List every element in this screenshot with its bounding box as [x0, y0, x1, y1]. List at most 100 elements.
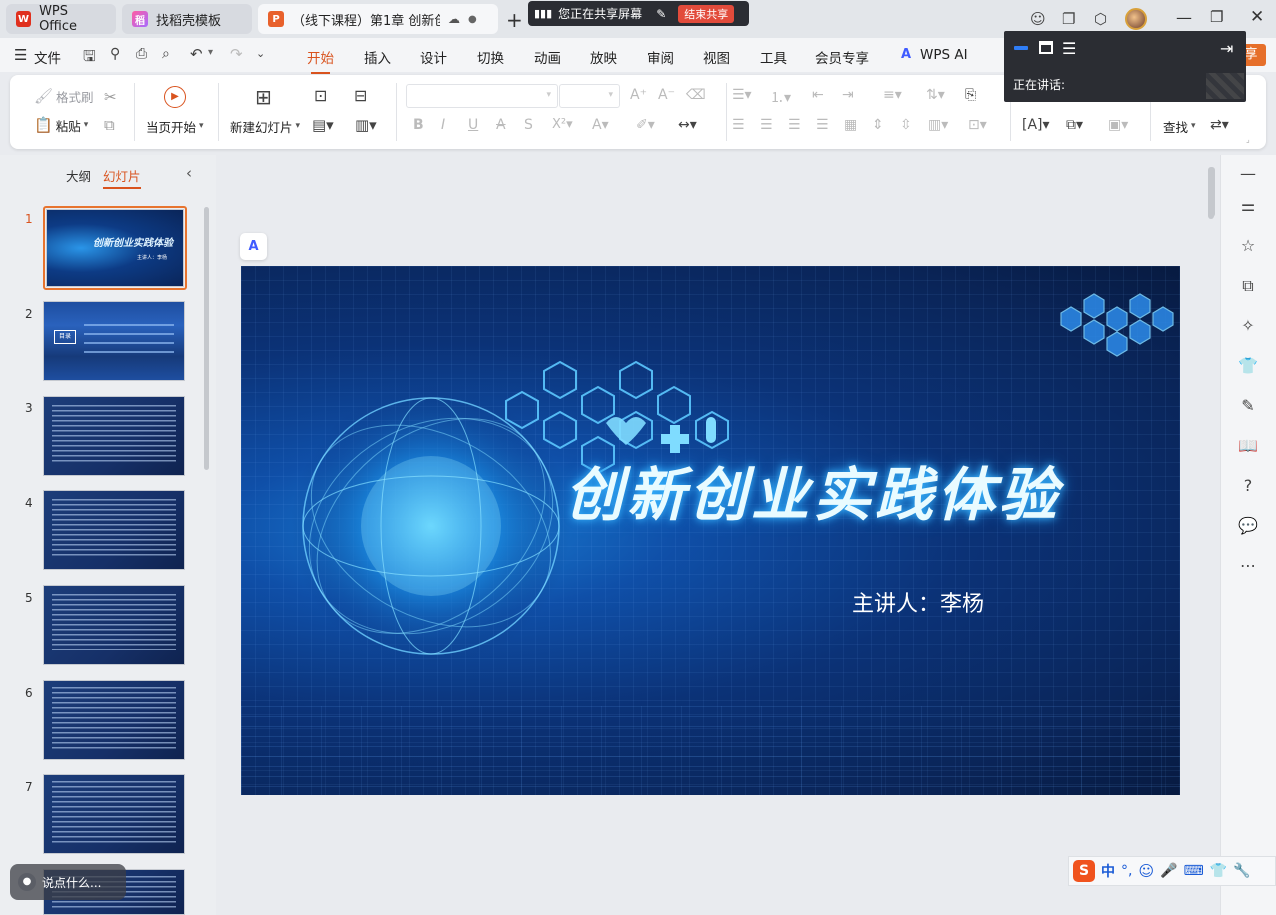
star-icon[interactable]: ☆ — [1237, 235, 1259, 257]
bold-icon[interactable]: B — [413, 117, 424, 133]
end-share-button[interactable]: 结束共享 — [678, 4, 735, 23]
arrange-icon[interactable]: ▣▾ — [1108, 117, 1128, 133]
slide-thumbnail-4[interactable] — [43, 490, 185, 570]
comment-icon[interactable]: 💬 — [1237, 515, 1259, 537]
play-current-icon[interactable]: ▶ — [164, 86, 186, 108]
strikethrough-icon[interactable]: A — [496, 117, 506, 133]
convert-smartart-icon[interactable]: ⎘ — [965, 87, 976, 103]
menu-animation[interactable]: 动画 — [534, 47, 561, 67]
font-color-icon[interactable]: A▾ — [592, 117, 609, 133]
menu-tools[interactable]: 工具 — [760, 47, 787, 67]
print-preview-icon[interactable]: ⌕ — [162, 46, 170, 62]
skin-shirt-icon[interactable]: 👕 — [1210, 863, 1227, 879]
tab-document[interactable]: P （线下课程）第1章 创新创业 ☁ ● — [258, 4, 498, 34]
underline-icon[interactable]: U — [468, 117, 478, 133]
pane-scrollbar[interactable] — [1209, 167, 1215, 217]
slide-thumbnail-7[interactable] — [43, 774, 185, 854]
text-box-icon[interactable]: ⊡▾ — [968, 117, 987, 133]
menu-slideshow[interactable]: 放映 — [590, 47, 617, 67]
keyboard-icon[interactable]: ⌨ — [1184, 863, 1204, 879]
line-spacing-icon[interactable]: ≡▾ — [883, 87, 902, 103]
settings-sliders-icon[interactable]: ⚌ — [1237, 195, 1259, 217]
shapes-icon[interactable]: ⧉▾ — [1066, 117, 1083, 133]
tools-icon[interactable]: 🔧 — [1233, 863, 1250, 879]
text-direction-icon[interactable]: ⇕ — [872, 117, 884, 133]
replace-icon[interactable]: ⇄▾ — [1210, 117, 1229, 133]
copy-slides-icon[interactable]: ⧉ — [1237, 275, 1259, 297]
justify-icon[interactable]: ☰ — [816, 117, 829, 133]
copy-icon[interactable]: ⧉ — [104, 116, 115, 134]
tab-slides[interactable]: 幻灯片 — [103, 166, 141, 189]
section-icon[interactable]: ▥▾ — [355, 116, 377, 134]
slide-ai-icon[interactable]: ⊡ — [314, 86, 327, 105]
thumbnail-scrollbar[interactable] — [204, 207, 209, 470]
menu-view[interactable]: 视图 — [703, 47, 730, 67]
vertical-align-icon[interactable]: ⇳ — [900, 117, 912, 133]
menu-home[interactable]: 开始 — [307, 47, 334, 74]
minimize-icon[interactable]: — — [1176, 8, 1192, 27]
distribute-icon[interactable]: ▦ — [844, 117, 857, 133]
superscript-icon[interactable]: X²▾ — [552, 117, 573, 132]
voice-icon[interactable]: 🎤 — [1160, 863, 1177, 879]
ribbon-collapse-icon[interactable]: ⌟ — [1246, 135, 1250, 144]
tab-wps-office[interactable]: W WPS Office — [6, 4, 116, 34]
list-icon[interactable]: ☰ — [1062, 39, 1076, 58]
annotate-icon[interactable]: ✎ — [656, 7, 666, 21]
window-layout-icon[interactable]: ❐ — [1062, 10, 1075, 28]
say-something-button[interactable]: ● 说点什么... — [10, 864, 126, 900]
skin-icon[interactable]: ☺ — [1030, 10, 1046, 28]
print-icon[interactable]: ⎙ — [136, 46, 147, 62]
font-family-select[interactable]: ▾ — [406, 84, 558, 108]
emoji-icon[interactable]: ☺ — [1138, 862, 1154, 880]
decrease-font-icon[interactable]: A⁻ — [658, 87, 675, 103]
menu-insert[interactable]: 插入 — [364, 47, 391, 67]
find-button[interactable]: 查找 ▾ — [1163, 117, 1196, 136]
reset-slide-icon[interactable]: ⊟ — [354, 86, 367, 105]
menu-transition[interactable]: 切换 — [477, 47, 504, 67]
numbering-icon[interactable]: ⒈▾ — [770, 87, 791, 107]
sogou-logo-icon[interactable]: S — [1073, 860, 1095, 882]
indent-icon[interactable]: ⇥ — [842, 87, 854, 103]
tab-docer-templates[interactable]: 稻 找稻壳模板 — [122, 4, 252, 34]
more-chevron-icon[interactable]: ⌄ — [256, 47, 265, 60]
format-painter-button[interactable]: 🖌 格式刷 — [34, 87, 94, 106]
play-current-button[interactable]: 当页开始 ▾ — [146, 117, 204, 136]
wps-ai-float-button[interactable]: A — [240, 233, 267, 260]
cut-icon[interactable]: ✂ — [104, 88, 117, 106]
shadow-text-icon[interactable]: S — [524, 117, 533, 133]
slide-title[interactable]: 创新创业实践体验 — [565, 448, 1061, 532]
align-right-icon[interactable]: ☰ — [788, 117, 801, 133]
book-icon[interactable]: 📖 — [1237, 435, 1259, 457]
close-icon[interactable]: ✕ — [1250, 7, 1264, 27]
magic-tools-icon[interactable]: ✧ — [1237, 315, 1259, 337]
font-size-select[interactable]: ▾ — [559, 84, 620, 108]
slide-thumbnail-1[interactable]: 创新创业实践体验 主讲人：李杨 — [43, 206, 187, 290]
redo-icon[interactable]: ↷ — [230, 45, 243, 63]
clear-format-icon[interactable]: ⌫ — [686, 87, 706, 103]
menu-wps-ai[interactable]: WPS AI — [920, 47, 968, 63]
new-tab-button[interactable]: + — [506, 8, 523, 32]
menu-design[interactable]: 设计 — [420, 47, 447, 67]
ime-language[interactable]: 中 — [1101, 861, 1115, 881]
slide-thumbnail-5[interactable] — [43, 585, 185, 665]
char-spacing-icon[interactable]: ↔▾ — [678, 117, 697, 133]
paste-button[interactable]: 📋 粘贴 ▾ — [34, 116, 88, 135]
share-link-icon[interactable]: ⚲ — [110, 46, 120, 62]
align-center-icon[interactable]: ☰ — [760, 117, 773, 133]
increase-font-icon[interactable]: A⁺ — [630, 87, 647, 103]
user-avatar[interactable] — [1125, 8, 1147, 30]
undo-icon[interactable]: ↶ — [190, 45, 203, 63]
slide-thumbnail-3[interactable] — [43, 396, 185, 476]
maximize-icon[interactable]: ❐ — [1210, 8, 1223, 26]
help-icon[interactable]: ? — [1237, 475, 1259, 497]
layout-icon[interactable]: ▤▾ — [312, 116, 334, 134]
text-box-insert-icon[interactable]: [A]▾ — [1022, 117, 1050, 133]
punctuation-icon[interactable]: °, — [1121, 863, 1132, 879]
window-icon[interactable] — [1039, 41, 1053, 54]
current-slide[interactable]: 创新创业实践体验 主讲人：李杨 — [241, 266, 1180, 795]
collapse-pane-icon[interactable]: — — [1237, 163, 1259, 185]
undo-dropdown-icon[interactable]: ▾ — [208, 47, 213, 58]
slide-presenter[interactable]: 主讲人：李杨 — [852, 586, 984, 618]
more-icon[interactable]: ⋯ — [1237, 555, 1259, 577]
menu-file[interactable]: 文件 — [34, 47, 61, 67]
